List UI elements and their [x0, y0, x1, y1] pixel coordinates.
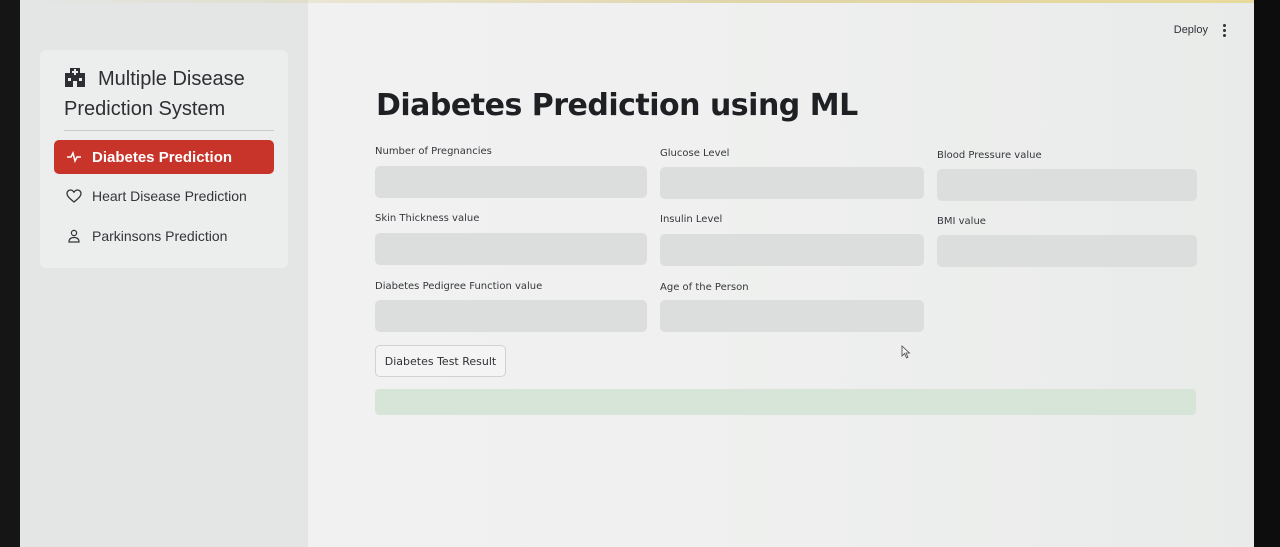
activity-icon: [67, 150, 81, 164]
page-title: Diabetes Prediction using ML: [376, 88, 858, 123]
diabetes-test-result-button[interactable]: Diabetes Test Result: [375, 345, 506, 377]
field-label-insulin: Insulin Level: [660, 214, 723, 225]
sidebar-item-diabetes[interactable]: Diabetes Prediction: [54, 140, 274, 174]
deploy-button[interactable]: Deploy: [1174, 24, 1208, 36]
blood-pressure-input[interactable]: [937, 169, 1197, 201]
photo-bezel-left: [0, 0, 20, 547]
option-menu: Multiple Disease Prediction System Diabe…: [40, 50, 288, 268]
glucose-input[interactable]: [660, 167, 924, 199]
field-label-blood-pressure: Blood Pressure value: [937, 150, 1042, 161]
field-label-skin-thickness: Skin Thickness value: [375, 213, 480, 224]
heart-icon: [66, 189, 82, 203]
field-label-bmi: BMI value: [937, 216, 986, 227]
menu-divider: [64, 130, 274, 131]
sidebar-item-label: Heart Disease Prediction: [92, 188, 247, 204]
bmi-input[interactable]: [937, 235, 1197, 267]
pregnancies-input[interactable]: [375, 166, 647, 198]
person-icon: [68, 229, 80, 243]
field-label-age: Age of the Person: [660, 282, 749, 293]
photo-bezel-right: [1254, 0, 1280, 547]
mouse-cursor-icon: [901, 345, 911, 359]
main-content: Deploy Diabetes Prediction using ML Numb…: [308, 0, 1254, 547]
sidebar-item-label: Diabetes Prediction: [92, 148, 233, 166]
sidebar: Multiple Disease Prediction System Diabe…: [20, 0, 308, 547]
skin-thickness-input[interactable]: [375, 233, 647, 265]
kebab-menu-icon[interactable]: [1222, 24, 1228, 38]
menu-title: Multiple Disease Prediction System: [64, 64, 274, 124]
sidebar-item-parkinsons[interactable]: Parkinsons Prediction: [54, 219, 274, 253]
app-window: Multiple Disease Prediction System Diabe…: [20, 0, 1254, 547]
insulin-input[interactable]: [660, 234, 924, 266]
field-label-pedigree: Diabetes Pedigree Function value: [375, 281, 543, 292]
sidebar-item-label: Parkinsons Prediction: [92, 228, 228, 244]
menu-title-text: Multiple Disease Prediction System: [64, 68, 245, 120]
result-message: [375, 389, 1196, 415]
field-label-glucose: Glucose Level: [660, 148, 730, 159]
field-label-pregnancies: Number of Pregnancies: [375, 146, 492, 157]
hospital-icon: [65, 68, 85, 87]
sidebar-item-heart-disease[interactable]: Heart Disease Prediction: [54, 179, 274, 213]
age-input[interactable]: [660, 300, 924, 332]
pedigree-input[interactable]: [375, 300, 647, 332]
